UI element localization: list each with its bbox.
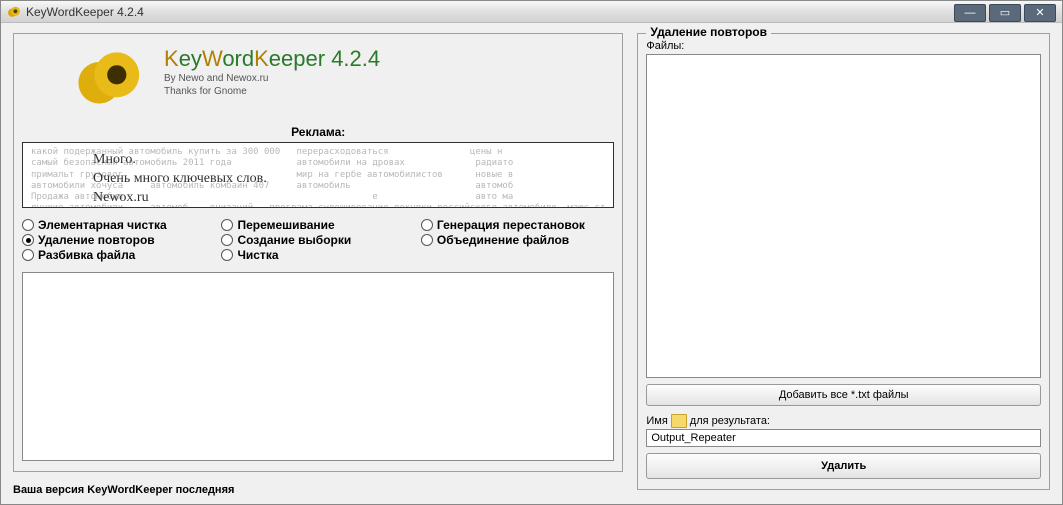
brand-thanks: Thanks for Gnome <box>164 85 380 98</box>
radio-merge-files[interactable]: Объединение файлов <box>421 233 614 247</box>
brand-title: KeyWordKeeper 4.2.4 <box>164 46 380 72</box>
client-area: KeyWordKeeper 4.2.4 By Newo and Newox.ru… <box>1 23 1062 504</box>
radio-shuffle[interactable]: Перемешивание <box>221 218 414 232</box>
right-panel: Удаление повторов Файлы: Добавить все *.… <box>637 33 1050 496</box>
ad-label: Реклама: <box>22 125 614 139</box>
remove-duplicates-fieldset: Удаление повторов Файлы: Добавить все *.… <box>637 33 1050 490</box>
status-text: Ваша версия KeyWordKeeper последняя <box>13 478 623 496</box>
brand-byline: By Newo and Newox.ru <box>164 72 380 85</box>
files-listbox[interactable] <box>646 54 1041 378</box>
main-fieldset: KeyWordKeeper 4.2.4 By Newo and Newox.ru… <box>13 33 623 472</box>
logo-icon <box>72 46 152 113</box>
window-title: KeyWordKeeper 4.2.4 <box>26 5 144 19</box>
window-controls: — ▭ ✕ <box>954 0 1062 22</box>
radio-split-file[interactable]: Разбивка файла <box>22 248 215 262</box>
brand-text: KeyWordKeeper 4.2.4 By Newo and Newox.ru… <box>164 46 380 98</box>
radio-clean[interactable]: Чистка <box>221 248 414 262</box>
brand-block: KeyWordKeeper 4.2.4 By Newo and Newox.ru… <box>22 40 614 121</box>
ad-banner[interactable]: какой подержанный автомобиль купить за 3… <box>22 142 614 208</box>
output-prefix: Имя <box>646 415 667 427</box>
files-label: Файлы: <box>646 40 1041 52</box>
radio-sampling[interactable]: Создание выборки <box>221 233 414 247</box>
radio-remove-duplicates[interactable]: Удаление повторов <box>22 233 215 247</box>
title-bar[interactable]: KeyWordKeeper 4.2.4 <box>1 1 1062 23</box>
add-txt-files-button[interactable]: Добавить все *.txt файлы <box>646 384 1041 406</box>
delete-button[interactable]: Удалить <box>646 453 1041 479</box>
radio-elementary-clean[interactable]: Элементарная чистка <box>22 218 215 232</box>
ad-overlay-text: Много. Очень много ключевых слов. Newox.… <box>93 151 267 208</box>
mode-radio-group: Элементарная чистка Перемешивание Генера… <box>22 218 614 262</box>
close-button[interactable]: ✕ <box>1024 4 1056 22</box>
right-legend: Удаление повторов <box>646 25 771 39</box>
minimize-button[interactable]: — <box>954 4 986 22</box>
radio-permutations[interactable]: Генерация перестановок <box>421 218 614 232</box>
folder-icon <box>671 414 687 428</box>
app-icon <box>7 5 21 19</box>
maximize-button[interactable]: ▭ <box>989 4 1021 22</box>
log-textarea[interactable] <box>22 272 614 461</box>
output-folder-row: Имя для результата: <box>646 414 1041 447</box>
output-folder-input[interactable] <box>646 429 1041 447</box>
output-suffix: для результата: <box>690 415 770 427</box>
app-window: KeyWordKeeper 4.2.4 — ▭ ✕ KeyWordKeeper … <box>0 0 1063 505</box>
left-panel: KeyWordKeeper 4.2.4 By Newo and Newox.ru… <box>13 33 623 496</box>
